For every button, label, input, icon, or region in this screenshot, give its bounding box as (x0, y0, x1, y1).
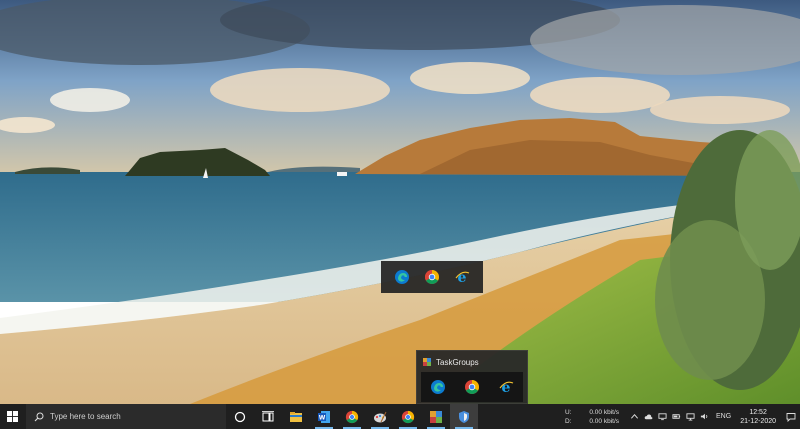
tray-volume[interactable] (698, 404, 710, 429)
taskbar-taskgroups[interactable] (422, 404, 450, 429)
notification-icon (786, 412, 796, 422)
taskgroups-app-icon (430, 410, 442, 423)
flyout-apps: e (421, 372, 523, 402)
internet-explorer-icon[interactable]: e (498, 379, 514, 395)
task-view-icon (262, 410, 274, 421)
flyout-header: TaskGroups (417, 351, 527, 370)
display-icon (657, 413, 667, 421)
task-view-button[interactable] (254, 404, 282, 429)
search-icon (34, 412, 44, 421)
taskgroups-shield-icon (459, 410, 469, 423)
clock-time: 12:52 (749, 408, 767, 416)
cortana-button[interactable] (226, 404, 254, 429)
network-icon (685, 413, 695, 421)
download-value: 0.00 kbit/s (589, 417, 620, 425)
taskgroups-flyout: TaskGroups e (416, 350, 528, 404)
action-center-button[interactable] (782, 404, 800, 429)
input-language-indicator[interactable]: ENG (716, 413, 731, 420)
taskgroup-popup: e (381, 261, 483, 293)
battery-icon (671, 414, 680, 419)
chrome-icon (401, 410, 415, 423)
flyout-title: TaskGroups (436, 357, 479, 367)
start-button[interactable] (0, 404, 24, 429)
taskbar-clock[interactable]: 12:52 21-12-2020 (740, 408, 776, 426)
search-input[interactable] (50, 412, 200, 421)
taskbar-search[interactable] (26, 404, 226, 429)
taskbar-chrome[interactable] (338, 404, 366, 429)
tray-battery[interactable] (670, 404, 682, 429)
taskgroups-app-icon (423, 358, 431, 366)
chrome-icon[interactable] (424, 269, 440, 285)
chrome-icon (345, 410, 359, 423)
upload-label: U: (565, 408, 572, 416)
taskbar: W U: 0.00 kbit/s D: 0.00 kbit/s (0, 404, 800, 429)
cloud-icon (644, 414, 652, 420)
desktop-wallpaper (0, 0, 800, 404)
paint-icon (374, 411, 387, 422)
taskbar-word[interactable]: W (310, 404, 338, 429)
edge-icon[interactable] (430, 379, 446, 395)
upload-value: 0.00 kbit/s (589, 408, 620, 416)
cortana-icon (234, 411, 246, 422)
taskbar-file-explorer[interactable] (282, 404, 310, 429)
word-icon: W (318, 410, 330, 423)
internet-explorer-icon[interactable]: e (454, 269, 470, 285)
system-tray: U: 0.00 kbit/s D: 0.00 kbit/s ENG 12:52 … (565, 404, 800, 429)
windows-logo-icon (6, 411, 18, 422)
clock-date: 21-12-2020 (740, 417, 776, 425)
tray-display[interactable] (656, 404, 668, 429)
chevron-up-icon (630, 413, 638, 419)
net-speed-meter: U: 0.00 kbit/s D: 0.00 kbit/s (565, 408, 619, 426)
show-hidden-icons-button[interactable] (628, 404, 640, 429)
tray-network[interactable] (684, 404, 696, 429)
edge-icon[interactable] (394, 269, 410, 285)
tray-cloud[interactable] (642, 404, 654, 429)
volume-icon (700, 413, 707, 420)
taskbar-paint[interactable] (366, 404, 394, 429)
file-explorer-icon (290, 411, 302, 422)
chrome-icon[interactable] (464, 379, 480, 395)
taskbar-chrome-2[interactable] (394, 404, 422, 429)
svg-text:W: W (319, 414, 326, 421)
taskbar-taskgroups-shield[interactable] (450, 404, 478, 429)
download-label: D: (565, 417, 572, 425)
